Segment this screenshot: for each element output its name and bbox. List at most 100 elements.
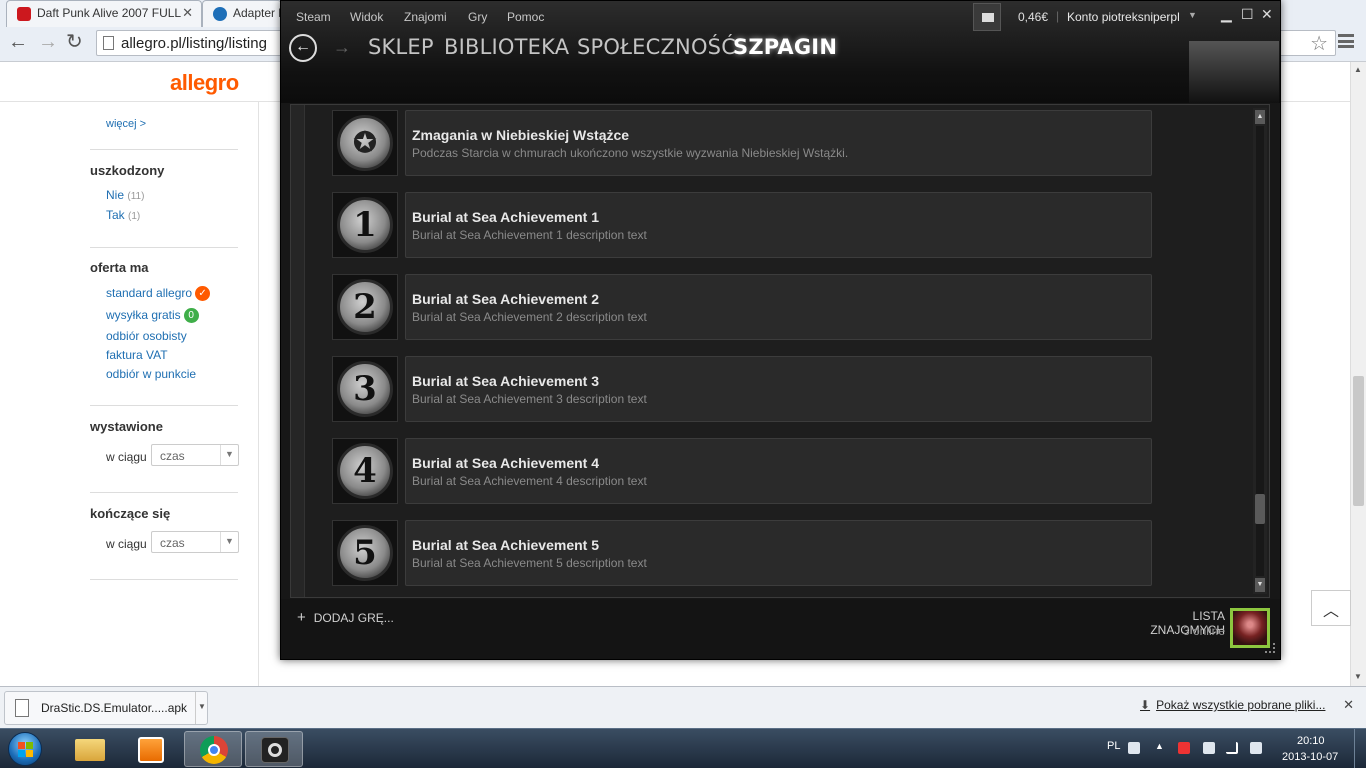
filter-free-shipping[interactable]: wysyłka gratis 0 (106, 308, 199, 324)
steam-footer: + DODAJ GRĘ... LISTA ZNAJOMYCH 3 online (281, 599, 1280, 659)
filter-damaged-no[interactable]: Nie (11) (106, 188, 144, 202)
clock-date[interactable]: 2013-10-07 (1282, 751, 1338, 763)
download-item[interactable]: DraStic.DS.Emulator.....apk ▼ (4, 691, 208, 725)
maximize-icon[interactable]: ☐ (1241, 6, 1254, 23)
within-label: w ciągu (106, 450, 147, 464)
section-heading-ending: kończące się (90, 506, 171, 521)
scroll-down-arrow-icon[interactable]: ▼ (1354, 672, 1362, 681)
scrollbar-thumb[interactable] (1255, 494, 1265, 524)
minimize-icon[interactable]: ▁ (1221, 6, 1232, 23)
volume-icon[interactable] (1250, 742, 1262, 754)
menu-steam[interactable]: Steam (296, 10, 331, 24)
clock-time[interactable]: 20:10 (1297, 735, 1325, 747)
achievement-row[interactable]: 2 Burial at Sea Achievement 2 Burial at … (332, 274, 1154, 340)
divider (90, 579, 238, 580)
add-game-button[interactable]: + DODAJ GRĘ... (297, 609, 394, 626)
nav-profile[interactable]: SZPAGIN (733, 35, 837, 59)
network-signal-icon[interactable] (1226, 742, 1238, 754)
close-icon[interactable]: ✕ (1261, 6, 1273, 23)
page-scrollbar[interactable]: ▲ ▼ (1350, 62, 1366, 686)
close-download-bar-icon[interactable]: ✕ (1343, 697, 1354, 713)
nav-community[interactable]: SPOŁECZNOŚĆ (577, 35, 736, 59)
browser-tab-youtube[interactable]: Daft Punk Alive 2007 FULL ✕ (6, 0, 202, 27)
scroll-up-arrow-icon[interactable]: ▲ (1354, 65, 1362, 74)
account-menu[interactable]: Konto piotreksniperpl (1067, 10, 1180, 24)
bookmark-star-icon[interactable]: ☆ (1310, 31, 1328, 56)
chevron-down-icon[interactable]: ▼ (1188, 10, 1197, 20)
more-link[interactable]: więcej > (106, 118, 146, 130)
back-to-top-button[interactable]: ︿ (1311, 590, 1351, 626)
checkmark-badge-icon: ✓ (195, 286, 211, 302)
language-indicator[interactable]: PL (1107, 740, 1120, 752)
browser-tab-adapter[interactable]: Adapter k (202, 0, 282, 27)
chrome-taskbar-icon[interactable] (184, 731, 242, 767)
listed-time-select[interactable]: czas ▼ (151, 444, 239, 466)
start-button[interactable] (2, 730, 46, 768)
achievement-card: Zmagania w Niebieskiej Wstążce Podczas S… (405, 110, 1152, 176)
forward-icon[interactable]: → (38, 32, 58, 52)
explorer-taskbar-icon[interactable] (60, 731, 118, 767)
power-icon[interactable] (1203, 742, 1215, 754)
menu-games[interactable]: Gry (468, 10, 487, 24)
back-arrow-icon[interactable]: ← (289, 34, 317, 62)
download-filename: DraStic.DS.Emulator.....apk (41, 701, 188, 715)
achievements-scrollbar[interactable]: ▲ ▼ (1253, 108, 1267, 594)
show-hidden-icons-icon[interactable]: ▲ (1155, 741, 1164, 751)
chevron-down-icon: ▼ (220, 532, 238, 552)
download-bar: DraStic.DS.Emulator.....apk ▼ ⬇ Pokaż wsz… (0, 686, 1366, 728)
chrome-menu-icon[interactable] (1338, 34, 1354, 48)
list-left-border (291, 105, 305, 597)
achievement-row[interactable]: 5 Burial at Sea Achievement 5 Burial at … (332, 520, 1154, 586)
reload-icon[interactable]: ↻ (66, 32, 83, 52)
scroll-up-arrow-icon[interactable]: ▲ (1255, 110, 1265, 124)
number-2-medal-icon: 2 (332, 274, 398, 340)
allegro-logo[interactable]: allegro (170, 70, 239, 96)
section-heading-listed: wystawione (90, 419, 163, 434)
ending-time-select[interactable]: czas ▼ (151, 531, 239, 553)
achievement-row[interactable]: 4 Burial at Sea Achievement 4 Burial at … (332, 438, 1154, 504)
scroll-down-arrow-icon[interactable]: ▼ (1255, 578, 1265, 592)
keyboard-icon[interactable] (1128, 742, 1140, 754)
resize-grip-icon[interactable] (1265, 643, 1275, 653)
ribbon-medal-icon: ✪ (332, 110, 398, 176)
chevron-down-icon: ▼ (220, 445, 238, 465)
nav-library[interactable]: BIBLIOTEKA (444, 35, 569, 59)
back-icon[interactable]: ← (8, 32, 28, 52)
filter-damaged-yes[interactable]: Tak (1) (106, 208, 140, 222)
show-all-downloads-link[interactable]: ⬇ Pokaż wszystkie pobrane pliki... (1140, 698, 1325, 712)
chevron-up-icon: ︿ (1322, 603, 1339, 620)
wallet-balance: 0,46€ (1018, 10, 1049, 24)
achievement-title: Burial at Sea Achievement 4 (412, 455, 600, 471)
achievement-row[interactable]: 1 Burial at Sea Achievement 1 Burial at … (332, 192, 1154, 258)
filter-pickup-point[interactable]: odbiór w punkcie (106, 367, 196, 381)
achievement-description: Burial at Sea Achievement 1 description … (412, 228, 647, 242)
notifications-button[interactable] (973, 3, 1001, 31)
friends-online-count: 3 online (1182, 624, 1225, 638)
steam-taskbar-icon[interactable] (245, 731, 303, 767)
number-1-medal-icon: 1 (332, 192, 398, 258)
show-desktop-button[interactable] (1354, 729, 1366, 768)
profile-avatar[interactable] (1189, 41, 1279, 103)
action-center-icon[interactable] (1178, 742, 1190, 754)
friend-avatar[interactable] (1230, 608, 1270, 648)
filter-standard-allegro[interactable]: standard allegro ✓ (106, 286, 211, 302)
filter-vat-invoice[interactable]: faktura VAT (106, 348, 168, 362)
scrollbar-thumb[interactable] (1353, 376, 1364, 506)
nav-store[interactable]: SKLEP (368, 35, 434, 59)
filter-personal-pickup[interactable]: odbiór osobisty (106, 329, 187, 343)
download-menu-arrow-icon[interactable]: ▼ (195, 692, 207, 724)
medal-glyph: ✪ (337, 115, 393, 171)
menu-help[interactable]: Pomoc (507, 10, 544, 24)
windows-taskbar: PL ▲ 20:10 2013-10-07 (0, 728, 1366, 768)
menu-view[interactable]: Widok (350, 10, 383, 24)
page-icon (103, 36, 114, 50)
achievement-row[interactable]: ✪ Zmagania w Niebieskiej Wstążce Podczas… (332, 110, 1154, 176)
steam-window: Steam Widok Znajomi Gry Pomoc 0,46€ | Ko… (280, 0, 1281, 660)
achievement-row[interactable]: 3 Burial at Sea Achievement 3 Burial at … (332, 356, 1154, 422)
media-player-taskbar-icon[interactable] (122, 731, 180, 767)
number-5-medal-icon: 5 (332, 520, 398, 586)
forward-arrow-icon[interactable]: → (333, 37, 351, 58)
close-tab-icon[interactable]: ✕ (182, 5, 193, 21)
add-game-label: DODAJ GRĘ... (313, 611, 394, 625)
menu-friends[interactable]: Znajomi (404, 10, 447, 24)
